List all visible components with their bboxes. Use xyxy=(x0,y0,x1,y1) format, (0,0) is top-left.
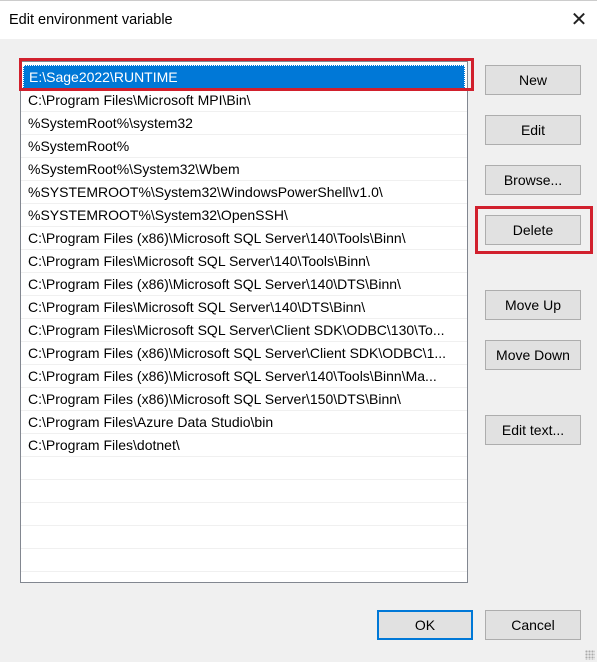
list-item[interactable]: C:\Program Files\Microsoft SQL Server\14… xyxy=(21,250,467,273)
list-item[interactable]: C:\Program Files\Microsoft SQL Server\14… xyxy=(21,296,467,319)
resize-grip[interactable] xyxy=(585,650,595,660)
list-item[interactable]: %SystemRoot%\System32\Wbem xyxy=(21,158,467,181)
move-down-button[interactable]: Move Down xyxy=(485,340,581,370)
list-item[interactable]: %SystemRoot% xyxy=(21,135,467,158)
close-icon: ✕ xyxy=(570,9,588,31)
list-item[interactable]: C:\Program Files\dotnet\ xyxy=(21,434,467,457)
cancel-button[interactable]: Cancel xyxy=(485,610,581,640)
title-bar: Edit environment variable ✕ xyxy=(0,0,597,39)
list-item[interactable]: %SYSTEMROOT%\System32\WindowsPowerShell\… xyxy=(21,181,467,204)
path-list[interactable]: E:\Sage2022\RUNTIME C:\Program Files\Micr… xyxy=(20,61,468,583)
edit-text-button[interactable]: Edit text... xyxy=(485,415,581,445)
list-item[interactable]: C:\Program Files (x86)\Microsoft SQL Ser… xyxy=(21,227,467,250)
move-up-button[interactable]: Move Up xyxy=(485,290,581,320)
list-item[interactable]: C:\Program Files\Microsoft MPI\Bin\ xyxy=(21,89,467,112)
list-item[interactable]: C:\Program Files (x86)\Microsoft SQL Ser… xyxy=(21,342,467,365)
list-item[interactable]: C:\Program Files (x86)\Microsoft SQL Ser… xyxy=(21,273,467,296)
list-item[interactable]: C:\Program Files (x86)\Microsoft SQL Ser… xyxy=(21,365,467,388)
list-item[interactable] xyxy=(21,503,467,526)
list-item[interactable]: %SYSTEMROOT%\System32\OpenSSH\ xyxy=(21,204,467,227)
list-item[interactable]: C:\Program Files\Azure Data Studio\bin xyxy=(21,411,467,434)
close-button[interactable]: ✕ xyxy=(566,7,592,33)
list-item[interactable]: %SystemRoot%\system32 xyxy=(21,112,467,135)
list-item-selected[interactable]: E:\Sage2022\RUNTIME xyxy=(23,65,465,89)
list-item[interactable]: C:\Program Files\Microsoft SQL Server\Cl… xyxy=(21,319,467,342)
dialog-title: Edit environment variable xyxy=(9,12,173,28)
list-item[interactable] xyxy=(21,526,467,549)
list-item[interactable] xyxy=(21,457,467,480)
edit-button[interactable]: Edit xyxy=(485,115,581,145)
list-item[interactable] xyxy=(21,549,467,572)
list-item[interactable] xyxy=(21,480,467,503)
new-button[interactable]: New xyxy=(485,65,581,95)
delete-button[interactable]: Delete xyxy=(485,215,581,245)
ok-button[interactable]: OK xyxy=(377,610,473,640)
browse-button[interactable]: Browse... xyxy=(485,165,581,195)
list-item[interactable]: C:\Program Files (x86)\Microsoft SQL Ser… xyxy=(21,388,467,411)
